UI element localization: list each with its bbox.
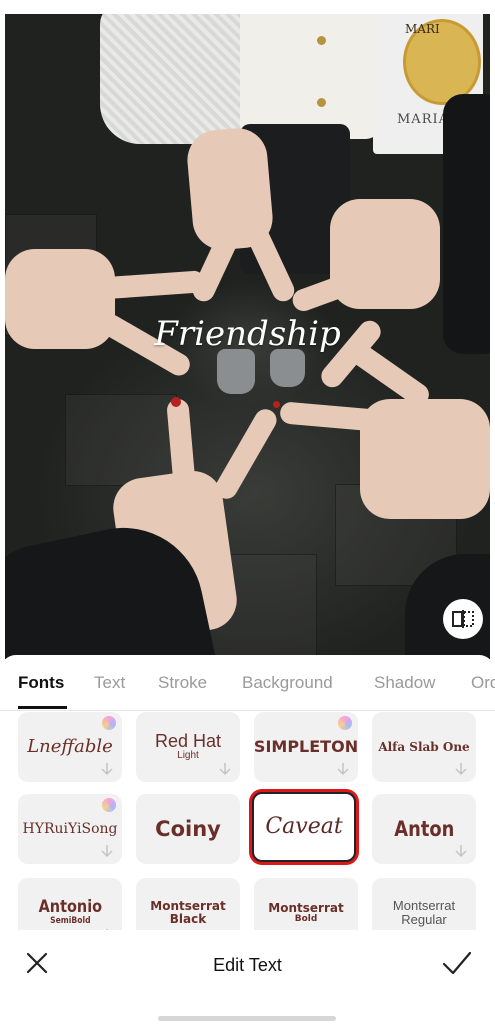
font-name: Red Hat [154,731,222,752]
font-card-lneffable[interactable]: Lneffable [18,712,122,782]
font-weight: Light [177,750,199,762]
font-card-hyruiyisong[interactable]: HYRuiYiSong [18,794,122,864]
font-name: Coiny [155,816,221,841]
font-weight: Bold [294,913,318,924]
font-name: Alfa Slab One [378,739,470,754]
painted-nail [171,397,181,407]
font-card-coiny[interactable]: Coiny [136,794,240,864]
gem-icon [102,716,116,730]
tab-bar: Fonts Text Stroke Background Shadow Ord [0,673,495,711]
font-card-montserrat-regular[interactable]: Montserrat Regular [372,878,476,930]
font-card-antonio[interactable]: Antonio SemiBold [18,878,122,930]
gem-icon [102,798,116,812]
painted-nail [273,401,280,408]
cardigan-button [317,98,326,107]
font-card-red-hat[interactable]: Red Hat Light [136,712,240,782]
shoe [270,349,305,387]
home-indicator[interactable] [158,1016,336,1021]
tab-active-indicator [18,706,67,709]
font-card-anton[interactable]: Anton [372,794,476,864]
confirm-button[interactable] [440,948,474,978]
font-card-montserrat-bold[interactable]: Montserrat Bold [254,878,358,930]
tab-shadow[interactable]: Shadow [374,673,435,693]
page-title: Edit Text [213,955,282,975]
font-name: Montserrat [268,900,344,915]
font-preview: Montserrat Bold [268,902,343,924]
bag-text-bottom: MARIA [397,112,450,127]
font-card-caveat[interactable]: Caveat [252,792,356,862]
download-arrow-icon [455,763,467,776]
floor-tile [65,394,177,486]
divider [0,710,495,711]
compare-icon [452,610,474,628]
font-card-alfa-slab-one[interactable]: Alfa Slab One [372,712,476,782]
shoe [217,349,255,394]
compare-button[interactable] [443,599,483,639]
finger [211,405,281,503]
font-weight: SemiBold [49,916,91,927]
font-name: SIMPLETON [253,736,359,756]
font-card-montserrat-black[interactable]: Montserrat Black [136,878,240,930]
overlay-text[interactable]: Friendship [5,314,490,354]
font-preview: Antonio SemiBold [38,897,102,927]
tab-text[interactable]: Text [94,673,125,693]
font-name: Montserrat Black [150,899,226,926]
download-arrow-icon [101,763,113,776]
checkmark-icon [442,951,472,975]
tab-order[interactable]: Ord [471,673,495,693]
font-preview: Red Hat Light [155,732,221,761]
font-name: Antonio [38,897,102,918]
download-arrow-icon [455,845,467,858]
sweater [100,14,250,144]
font-grid: Lneffable Red Hat Light SIMPLETON Alfa S… [0,712,495,930]
font-name: HYRuiYiSong [22,820,118,837]
tab-stroke[interactable]: Stroke [158,673,207,693]
tab-background[interactable]: Background [242,673,333,693]
font-name: Montserrat Regular [392,898,456,927]
font-card-simpleton[interactable]: SIMPLETON [254,712,358,782]
bag-text-top: MARI [405,22,440,36]
font-name: Anton [393,816,455,841]
tab-fonts[interactable]: Fonts [18,673,64,693]
photo-canvas[interactable]: MARI MARIA Friendship [5,14,490,674]
download-arrow-icon [337,763,349,776]
font-name: Caveat [265,814,343,840]
cardigan-button [317,36,326,45]
gem-icon [338,716,352,730]
download-arrow-icon [219,763,231,776]
cardigan [240,14,380,139]
download-arrow-icon [101,845,113,858]
font-name: Lneffable [27,735,113,757]
